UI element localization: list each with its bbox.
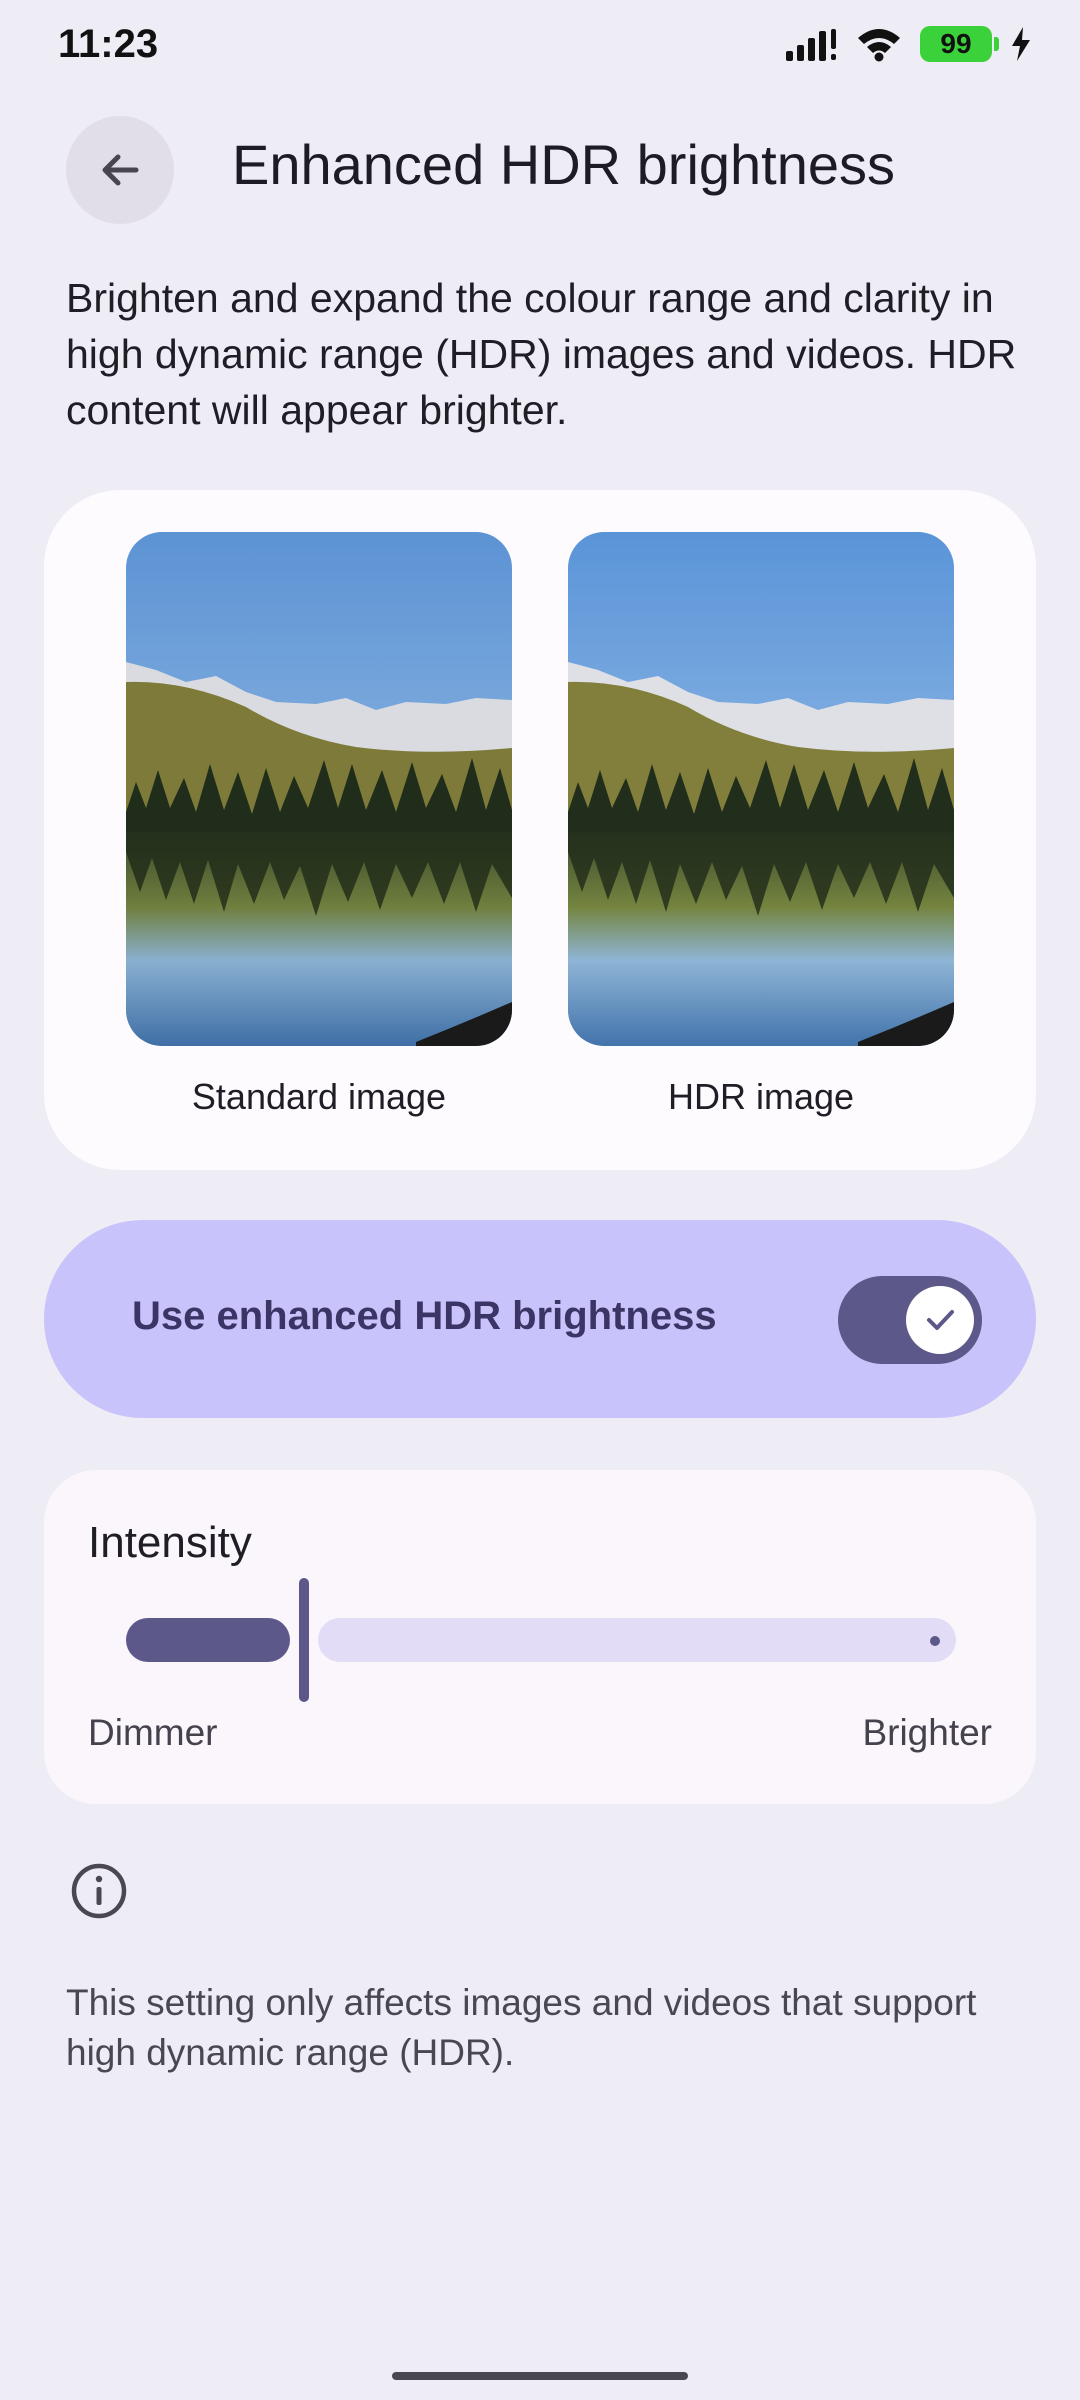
standard-image-label: Standard image: [191, 1076, 447, 1117]
back-button[interactable]: [66, 116, 174, 224]
intensity-slider[interactable]: [126, 1578, 956, 1704]
slider-inactive-track: [318, 1618, 956, 1662]
hdr-image-label: HDR image: [667, 1076, 855, 1117]
enhanced-hdr-toggle-row[interactable]: Use enhanced HDR brightness: [44, 1220, 1036, 1418]
page-description: Brighten and expand the colour range and…: [66, 275, 1017, 433]
page-title: Enhanced HDR brightness: [232, 133, 896, 196]
status-icons: 99: [786, 26, 1032, 62]
slider-handle[interactable]: [299, 1578, 309, 1702]
switch-thumb: [906, 1286, 974, 1354]
battery-icon: 99: [920, 26, 999, 62]
arrow-left-icon: [102, 154, 139, 186]
hdr-image-preview: HDR image: [568, 532, 954, 1118]
home-indicator[interactable]: [392, 2372, 688, 2380]
slider-max-label: Brighter: [862, 1712, 992, 1753]
standard-image: [126, 532, 512, 1046]
toggle-label: Use enhanced HDR brightness: [132, 1294, 717, 1338]
hdr-image: [568, 532, 954, 1046]
wifi-icon: [858, 29, 900, 62]
signal-icon: [786, 29, 836, 61]
enhanced-hdr-switch[interactable]: [838, 1276, 982, 1364]
info-note: This setting only affects images and vid…: [66, 1982, 977, 2073]
status-bar: 11:23 99: [0, 0, 1080, 96]
slider-active-track: [126, 1618, 290, 1662]
intensity-title: Intensity: [88, 1518, 252, 1567]
battery-level: 99: [940, 28, 972, 59]
check-icon: [927, 1310, 954, 1330]
slider-end-dot: [930, 1636, 940, 1646]
charging-icon: [1012, 27, 1030, 61]
standard-image-preview: Standard image: [126, 532, 512, 1118]
preview-card: Standard image HDR image: [44, 490, 1036, 1170]
slider-min-label: Dimmer: [88, 1712, 218, 1753]
status-time: 11:23: [58, 22, 159, 66]
intensity-card: Intensity Dimmer Brighter: [44, 1470, 1036, 1804]
info-icon: [71, 1863, 127, 1919]
